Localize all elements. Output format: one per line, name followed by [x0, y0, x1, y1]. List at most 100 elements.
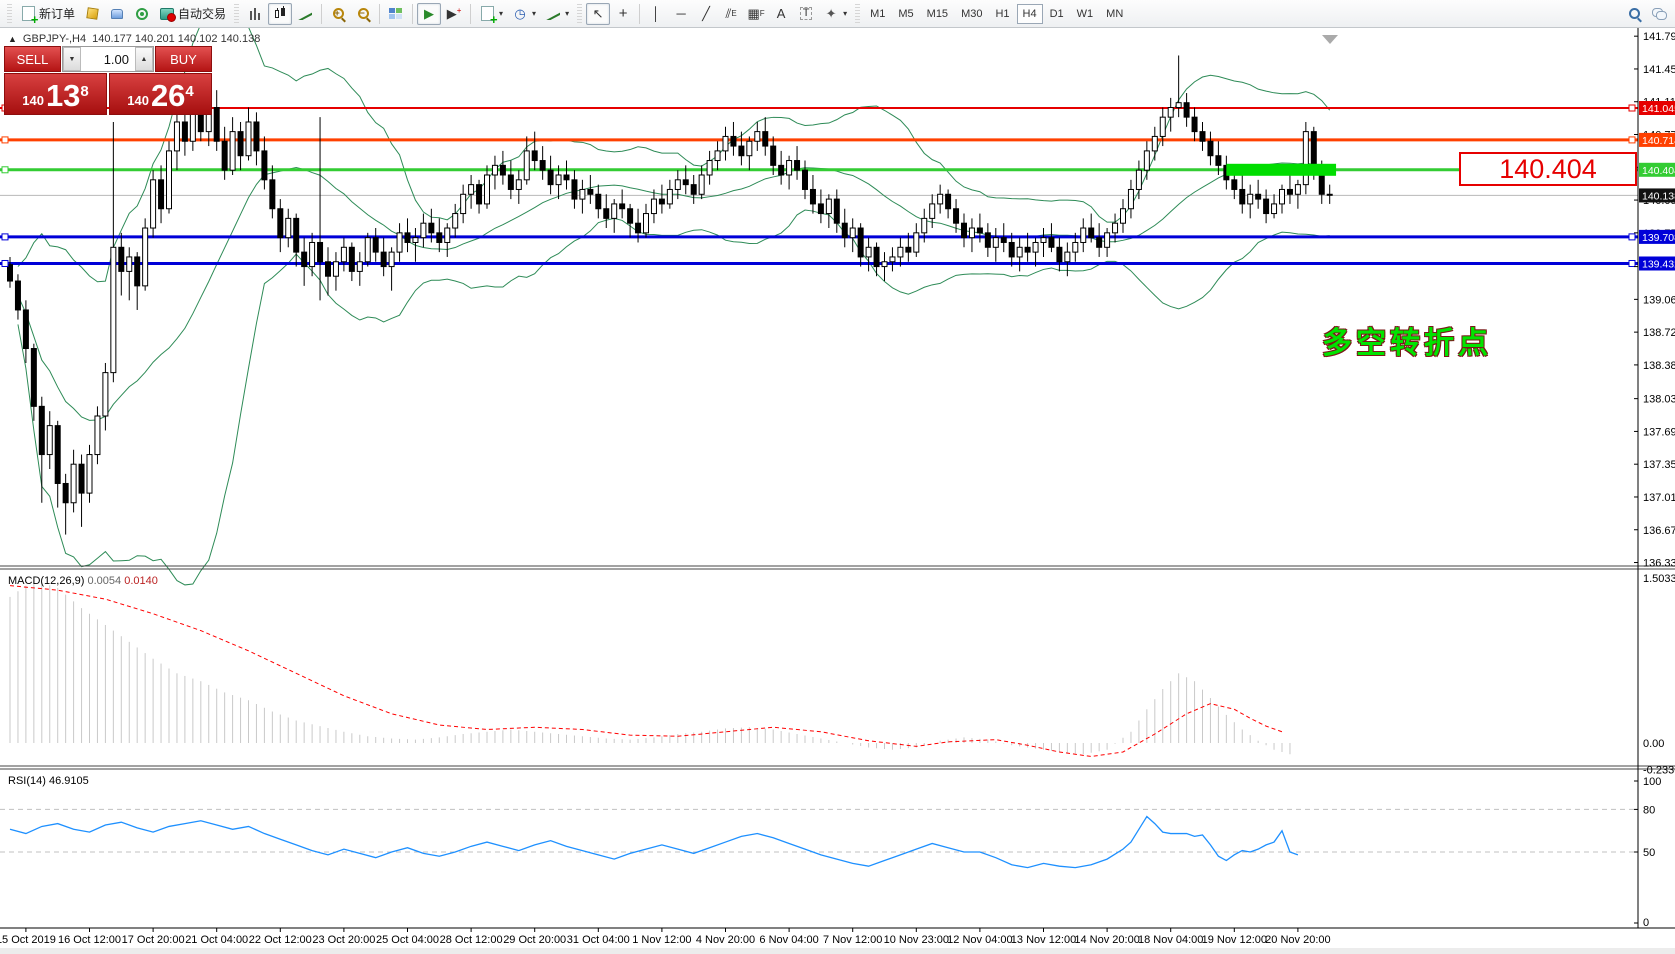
auto-scroll-icon: ▶ [421, 6, 437, 22]
clock-icon: ◷ [512, 6, 528, 22]
periods-button[interactable]: ◷▾ [508, 3, 540, 25]
chart-text-annotation[interactable]: 多空转折点 [1322, 318, 1492, 362]
buy-price-point: 4 [185, 74, 193, 110]
tab-timeframe-m1[interactable]: M1 [864, 4, 891, 24]
line-chart-icon [297, 6, 313, 22]
crosshair-button[interactable]: + [611, 3, 635, 25]
signals-button[interactable] [130, 3, 154, 25]
new-order-button[interactable]: 新订单 [16, 3, 79, 25]
toolbar-grip[interactable] [7, 4, 12, 24]
text-button[interactable]: A [769, 3, 793, 25]
chart-symbol-period: GBPJPY-,H4 [23, 33, 86, 45]
price-badge-141.045: 141.045 [1639, 101, 1675, 115]
indicators-button[interactable]: ▾ [475, 3, 507, 25]
toolbar-grip[interactable] [855, 4, 860, 24]
svg-text:15 Oct 2019: 15 Oct 2019 [0, 934, 56, 946]
svg-text:4 Nov 20:00: 4 Nov 20:00 [696, 934, 755, 946]
price-chart[interactable]: 141.790141.450141.110140.770140.430140.0… [0, 28, 1675, 948]
tab-timeframe-m5[interactable]: M5 [892, 4, 919, 24]
tab-timeframe-d1[interactable]: D1 [1044, 4, 1070, 24]
svg-text:140.138: 140.138 [1642, 190, 1675, 202]
cursor-button[interactable]: ↖ [586, 3, 610, 25]
text-label-button[interactable]: T [794, 3, 818, 25]
tile-windows-icon [388, 6, 404, 22]
tab-timeframe-mn[interactable]: MN [1100, 4, 1129, 24]
tab-timeframe-h1[interactable]: H1 [989, 4, 1015, 24]
buy-price-box[interactable]: 140264 [109, 73, 212, 115]
buy-button[interactable]: BUY [155, 46, 212, 72]
crosshair-icon: + [615, 6, 631, 22]
line-chart-button[interactable] [293, 3, 317, 25]
profiles-button[interactable] [105, 3, 129, 25]
sell-price-box[interactable]: 140138 [4, 73, 107, 115]
tile-windows-button[interactable] [384, 3, 408, 25]
vertical-line-button[interactable]: │ [644, 3, 668, 25]
new-chart-button[interactable] [80, 3, 104, 25]
fibonacci-button[interactable]: ▦F [744, 3, 768, 25]
svg-text:139.060: 139.060 [1643, 294, 1675, 306]
fibonacci-icon: ▦F [748, 6, 764, 22]
svg-text:140.404: 140.404 [1642, 165, 1675, 177]
chat-button[interactable] [1647, 3, 1671, 25]
one-click-trading-panel: SELL ▼ 1.00 ▲ BUY 140138 140264 [4, 46, 212, 115]
tab-timeframe-w1[interactable]: W1 [1071, 4, 1100, 24]
macd-pane-label: MACD(12,26,9) 0.0054 0.0140 [8, 575, 158, 587]
svg-text:138.030: 138.030 [1643, 394, 1675, 406]
svg-text:141.450: 141.450 [1643, 64, 1675, 76]
horizontal-line-button[interactable]: ─ [669, 3, 693, 25]
svg-text:29 Oct 20:00: 29 Oct 20:00 [503, 934, 566, 946]
price-badge-139.708: 139.708 [1639, 230, 1675, 244]
volume-down-button[interactable]: ▼ [63, 47, 81, 71]
new-order-label: 新订单 [39, 5, 75, 22]
zoom-in-icon: + [330, 6, 346, 22]
search-icon [1626, 6, 1642, 22]
svg-text:139.432: 139.432 [1642, 258, 1675, 270]
svg-text:23 Oct 20:00: 23 Oct 20:00 [312, 934, 375, 946]
search-button[interactable] [1622, 3, 1646, 25]
svg-text:22 Oct 12:00: 22 Oct 12:00 [249, 934, 312, 946]
svg-text:137.010: 137.010 [1643, 492, 1675, 504]
zoom-in-button[interactable]: + [326, 3, 350, 25]
svg-text:19 Nov 12:00: 19 Nov 12:00 [1202, 934, 1267, 946]
vertical-line-icon: │ [648, 6, 664, 22]
chart-shift-button[interactable]: ▶+ [442, 3, 466, 25]
autotrading-button[interactable]: 自动交易 [155, 3, 230, 25]
arrows-button[interactable]: ✦▾ [819, 3, 851, 25]
auto-scroll-button[interactable]: ▶ [417, 3, 441, 25]
buy-price-pips: 26 [151, 81, 185, 111]
tab-timeframe-m30[interactable]: M30 [955, 4, 988, 24]
svg-text:140.714: 140.714 [1642, 135, 1675, 147]
zoom-out-button[interactable]: − [351, 3, 375, 25]
sell-price-pips: 13 [46, 81, 80, 111]
price-callout-box[interactable]: 140.404 [1459, 152, 1637, 186]
svg-text:136.330: 136.330 [1643, 558, 1675, 570]
toolbar-grip[interactable] [234, 4, 239, 24]
chart-window[interactable]: 141.790141.450141.110140.770140.430140.0… [0, 28, 1675, 948]
candlestick-chart-button[interactable] [268, 3, 292, 25]
svg-text:17 Oct 20:00: 17 Oct 20:00 [122, 934, 185, 946]
cursor-icon: ↖ [590, 6, 606, 22]
text-icon: A [773, 6, 789, 22]
channel-button[interactable]: ⫽E [719, 3, 743, 25]
toolbar-grip[interactable] [577, 4, 582, 24]
panel-collapse-icon[interactable]: ▲ [8, 34, 17, 44]
rsi-pane-label: RSI(14) 46.9105 [8, 775, 89, 787]
sell-price-point: 8 [80, 74, 88, 110]
templates-button[interactable]: ▾ [541, 3, 573, 25]
price-badge-139.432: 139.432 [1639, 256, 1675, 270]
svg-text:7 Nov 12:00: 7 Nov 12:00 [823, 934, 882, 946]
tab-timeframe-m15[interactable]: M15 [921, 4, 954, 24]
buy-price-handle: 140 [127, 91, 149, 111]
sell-button[interactable]: SELL [4, 46, 61, 72]
indicators-icon [479, 6, 495, 22]
tab-timeframe-h4[interactable]: H4 [1017, 4, 1043, 24]
volume-up-button[interactable]: ▲ [135, 47, 153, 71]
highlight-zone[interactable] [1226, 164, 1336, 176]
bar-chart-button[interactable] [243, 3, 267, 25]
svg-text:21 Oct 04:00: 21 Oct 04:00 [185, 934, 248, 946]
volume-value[interactable]: 1.00 [81, 47, 135, 71]
volume-stepper[interactable]: ▼ 1.00 ▲ [62, 46, 154, 72]
trendline-icon: ╱ [698, 6, 714, 22]
trendline-button[interactable]: ╱ [694, 3, 718, 25]
chat-icon [1651, 6, 1667, 22]
